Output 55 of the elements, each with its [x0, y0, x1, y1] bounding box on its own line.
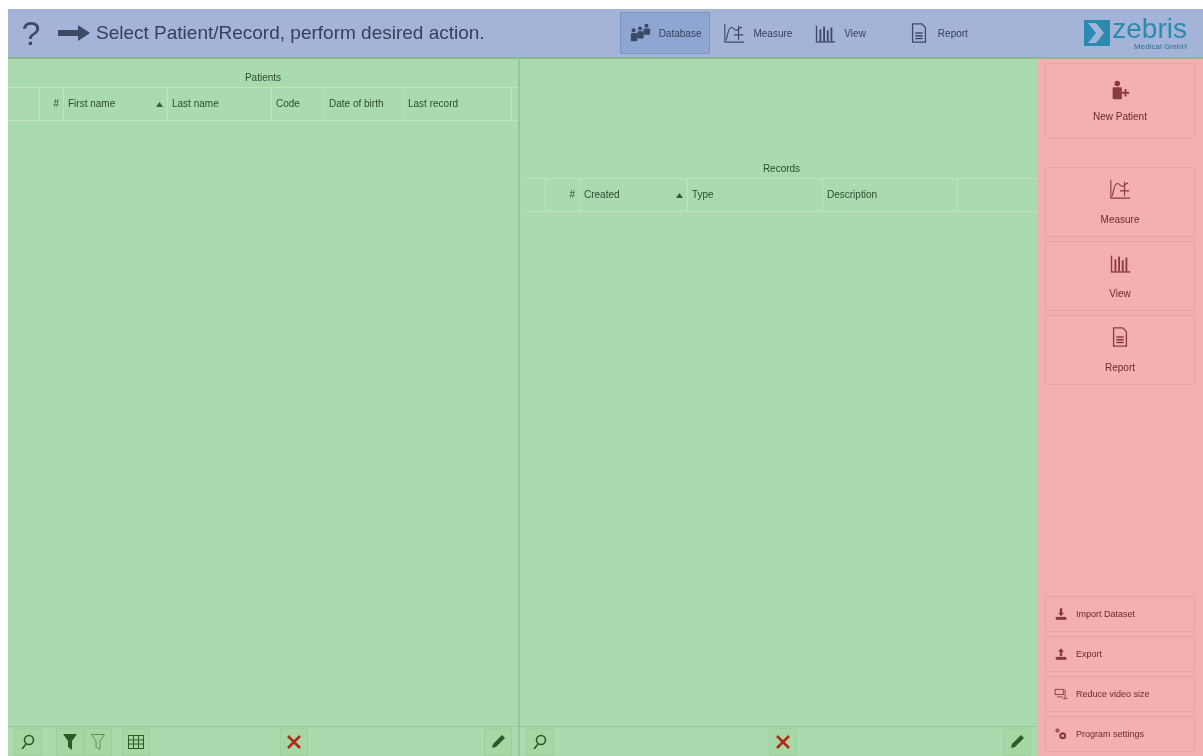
sidebar-button[interactable]: New Patient [1045, 63, 1195, 139]
sidebar-button[interactable]: Report [1045, 315, 1195, 385]
logo-icon [1084, 20, 1111, 46]
sidebar-button[interactable]: Reduce video size [1045, 676, 1195, 712]
edit-button[interactable] [484, 727, 512, 756]
column-header[interactable]: # [40, 88, 64, 120]
search-icon [20, 733, 36, 750]
column-header[interactable]: Type [688, 179, 823, 211]
search-button[interactable] [14, 727, 42, 756]
column-header[interactable]: Date of birth [325, 88, 404, 120]
logo-subtitle: Medical GmbH [1134, 41, 1187, 51]
sort-ascending-icon [156, 101, 163, 107]
people-icon [628, 22, 651, 44]
column-header[interactable]: # [546, 179, 580, 211]
grid-icon [128, 734, 144, 749]
instruction-text: Select Patient/Record, perform desired action. [96, 20, 485, 45]
delete-button[interactable] [769, 727, 797, 756]
pencil-icon [490, 733, 506, 750]
column-header[interactable]: Code [272, 88, 325, 120]
columns-button[interactable] [122, 727, 150, 756]
chart-curve-icon [1109, 177, 1131, 200]
table-title: Records [526, 159, 1037, 179]
sidebar-button[interactable]: Program settings [1045, 716, 1195, 752]
edit-button[interactable] [1003, 727, 1031, 756]
nav-tab[interactable]: View [805, 12, 875, 54]
filter-icon [63, 733, 77, 750]
sort-ascending-icon [676, 192, 683, 198]
column-header[interactable]: First name [64, 88, 168, 120]
upload-icon [1054, 647, 1068, 661]
column-header[interactable]: Last record [404, 88, 512, 120]
sidebar-button[interactable]: View [1045, 241, 1195, 311]
delete-button[interactable] [280, 727, 308, 756]
nav-tab[interactable]: Report [898, 12, 977, 54]
search-button[interactable] [526, 727, 554, 756]
sidebar-button[interactable]: Import Dataset [1045, 596, 1195, 632]
download-icon [1054, 607, 1068, 621]
filter-outline-icon [91, 733, 105, 750]
sidebar-button[interactable]: Export [1045, 636, 1195, 672]
column-header[interactable]: Description [823, 179, 958, 211]
nav-tab[interactable]: Database [619, 12, 711, 54]
nav-tab[interactable]: Measure [714, 12, 802, 54]
close-icon [775, 733, 791, 750]
column-header[interactable]: Created [580, 179, 688, 211]
table-title: Patients [8, 68, 518, 88]
column-header[interactable]: Last name [168, 88, 272, 120]
sidebar-button[interactable]: Measure [1045, 167, 1195, 237]
arrow-right-icon [58, 25, 90, 41]
pencil-icon [1009, 733, 1025, 750]
logo-text: zebris [1112, 15, 1187, 42]
close-icon [286, 733, 302, 750]
help-button[interactable]: ? [16, 16, 46, 50]
chart-curve-icon [723, 22, 746, 44]
filter-button[interactable] [56, 727, 84, 756]
video-resize-icon [1054, 687, 1068, 701]
search-icon [532, 733, 548, 750]
